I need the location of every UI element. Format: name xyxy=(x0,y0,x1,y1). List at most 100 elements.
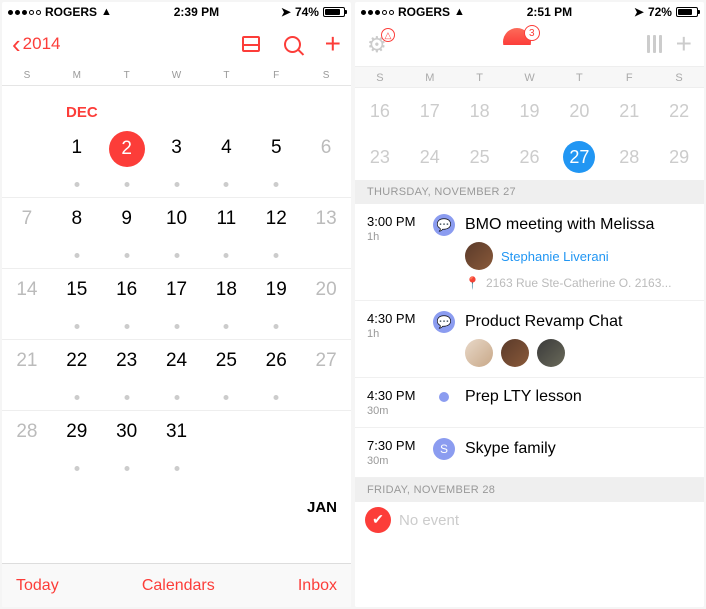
avatar[interactable] xyxy=(465,242,493,270)
pin-icon: 📍 xyxy=(465,276,480,290)
event-title: BMO meeting with Melissa xyxy=(465,216,654,234)
calendar-day-cell[interactable]: 19 xyxy=(251,269,301,339)
back-button[interactable]: ‹2014 xyxy=(12,31,61,57)
week-day-cell[interactable]: 28 xyxy=(604,147,654,168)
event-dot-icon xyxy=(224,395,229,400)
calendars-button[interactable]: Calendars xyxy=(142,577,215,595)
view-mode-icon[interactable] xyxy=(647,35,662,53)
calendar-day-cell[interactable]: 18 xyxy=(201,269,251,339)
week-day-cell[interactable]: 20 xyxy=(554,101,604,122)
week-day-cell[interactable]: 26 xyxy=(505,147,555,168)
event-title: Skype family xyxy=(465,440,556,458)
dow-cell: T xyxy=(455,67,505,87)
event-dot-icon xyxy=(224,182,229,187)
week-grid[interactable]: 16171819202122 23242526272829 xyxy=(355,88,704,180)
event-dot-icon xyxy=(274,324,279,329)
day-of-week-header: SMTWTFS xyxy=(2,66,351,86)
week-day-cell[interactable]: 22 xyxy=(654,101,704,122)
calendar-day-cell[interactable]: 8 xyxy=(52,198,102,268)
dow-cell: S xyxy=(355,67,405,87)
week-day-cell[interactable]: 21 xyxy=(604,101,654,122)
event-row[interactable]: 3:00 PM1h💬BMO meeting with MelissaStepha… xyxy=(355,204,704,301)
calendar-day-cell[interactable]: 30 xyxy=(102,411,152,481)
week-day-cell[interactable]: 27 xyxy=(554,141,604,173)
event-dot-icon xyxy=(74,324,79,329)
calendar-day-cell[interactable]: 17 xyxy=(152,269,202,339)
calendar-day-cell[interactable]: 26 xyxy=(251,340,301,410)
week-row: 23242526272829 xyxy=(355,134,704,180)
event-row[interactable]: 4:30 PM1h💬Product Revamp Chat xyxy=(355,301,704,378)
calendar-day-cell[interactable]: 3 xyxy=(152,127,202,197)
calendar-day-cell[interactable]: 23 xyxy=(102,340,152,410)
dow-cell: W xyxy=(505,67,555,87)
calendar-day-cell[interactable]: 25 xyxy=(201,340,251,410)
add-event-button[interactable]: + xyxy=(676,30,692,58)
calendar-day-cell[interactable]: 6 xyxy=(301,127,351,197)
week-day-cell[interactable]: 18 xyxy=(455,101,505,122)
calendar-day-cell[interactable]: 10 xyxy=(152,198,202,268)
location-icon: ➤ xyxy=(634,5,644,19)
calendar-day-cell[interactable]: 2 xyxy=(102,127,152,197)
battery-percent: 72% xyxy=(648,5,672,19)
today-button[interactable]: Today xyxy=(16,577,59,595)
carrier-label: ROGERS xyxy=(45,5,97,19)
calendar-day-cell[interactable]: 5 xyxy=(251,127,301,197)
week-day-cell[interactable]: 17 xyxy=(405,101,455,122)
dow-cell: T xyxy=(102,66,152,85)
attendee-name[interactable]: Stephanie Liverani xyxy=(501,249,609,264)
avatar[interactable] xyxy=(537,339,565,367)
week-day-cell[interactable]: 25 xyxy=(455,147,505,168)
calendar-row: 21222324252627 xyxy=(2,339,351,410)
calendar-day-cell xyxy=(201,411,251,481)
attendee-row xyxy=(465,339,692,367)
calendar-day-cell[interactable]: 4 xyxy=(201,127,251,197)
attendee-row: Stephanie Liverani xyxy=(465,242,692,270)
calendar-day-cell[interactable]: 1 xyxy=(52,127,102,197)
event-dot-icon xyxy=(74,182,79,187)
event-dot-icon xyxy=(124,466,129,471)
dow-cell: S xyxy=(654,67,704,87)
avatar[interactable] xyxy=(501,339,529,367)
event-dot-icon xyxy=(274,182,279,187)
week-day-cell[interactable]: 29 xyxy=(654,147,704,168)
wifi-icon: ▲ xyxy=(454,6,465,18)
calendar-day-cell[interactable]: 12 xyxy=(251,198,301,268)
list-view-icon[interactable] xyxy=(242,36,260,52)
calendar-day-cell[interactable]: 21 xyxy=(2,340,52,410)
day-section-header: THURSDAY, NOVEMBER 27 xyxy=(355,180,704,204)
calendar-day-cell[interactable]: 9 xyxy=(102,198,152,268)
battery-icon xyxy=(676,7,698,17)
calendar-day-cell[interactable]: 20 xyxy=(301,269,351,339)
signal-dots-icon xyxy=(361,10,394,15)
week-day-cell[interactable]: 19 xyxy=(505,101,555,122)
inbox-button[interactable]: Inbox xyxy=(298,577,337,595)
calendar-day-cell[interactable]: 27 xyxy=(301,340,351,410)
calendar-day-cell[interactable]: 31 xyxy=(152,411,202,481)
calendar-day-cell[interactable]: 24 xyxy=(152,340,202,410)
avatar[interactable] xyxy=(465,339,493,367)
calendar-day-cell[interactable]: 14 xyxy=(2,269,52,339)
alert-badge-icon: △ xyxy=(381,28,395,42)
calendar-day-cell[interactable]: 29 xyxy=(52,411,102,481)
event-dot-icon xyxy=(74,395,79,400)
event-row[interactable]: 7:30 PM30mSSkype family xyxy=(355,428,704,478)
calendar-day-cell[interactable]: 28 xyxy=(2,411,52,481)
week-day-cell[interactable]: 24 xyxy=(405,147,455,168)
event-dot-icon xyxy=(274,395,279,400)
calendar-day-cell[interactable]: 11 xyxy=(201,198,251,268)
event-dot-icon xyxy=(124,395,129,400)
calendar-day-cell[interactable]: 16 xyxy=(102,269,152,339)
month-view[interactable]: DEC 123456789101112131415161718192021222… xyxy=(2,86,351,563)
settings-button[interactable]: ⚙ △ xyxy=(367,32,391,56)
add-event-button[interactable]: + xyxy=(325,30,341,58)
search-icon[interactable] xyxy=(284,36,301,53)
calendar-day-cell[interactable]: 22 xyxy=(52,340,102,410)
calendar-day-cell[interactable]: 7 xyxy=(2,198,52,268)
week-day-cell[interactable]: 23 xyxy=(355,147,405,168)
calendar-day-cell[interactable]: 13 xyxy=(301,198,351,268)
calendar-day-cell[interactable]: 15 xyxy=(52,269,102,339)
event-row[interactable]: 4:30 PM30mPrep LTY lesson xyxy=(355,378,704,428)
event-list[interactable]: THURSDAY, NOVEMBER 273:00 PM1h💬BMO meeti… xyxy=(355,180,704,607)
week-day-cell[interactable]: 16 xyxy=(355,101,405,122)
app-logo[interactable]: 3 xyxy=(503,28,535,60)
